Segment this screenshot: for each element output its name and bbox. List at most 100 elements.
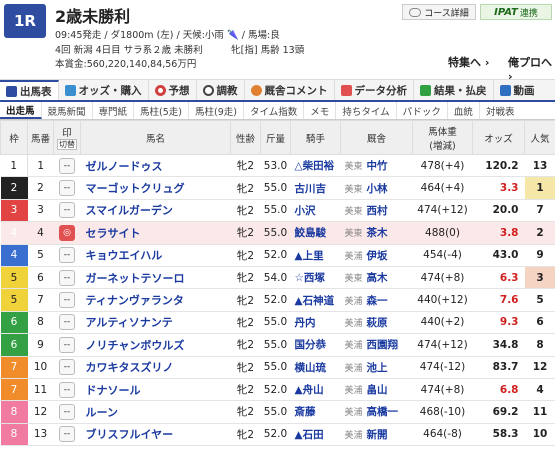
horse-name-link[interactable]: ティナンヴァランタ	[80, 288, 231, 312]
jockey-link[interactable]: 古川吉	[290, 176, 341, 200]
mark-cell[interactable]: --	[53, 154, 81, 178]
horse-name-link[interactable]: ドナソール	[80, 378, 231, 402]
trainer-link[interactable]: 小林	[367, 183, 388, 195]
horse-name-link[interactable]: セラサイト	[80, 221, 231, 245]
jockey-link[interactable]: 小沢	[290, 199, 341, 223]
mark-select-icon[interactable]: --	[59, 381, 75, 398]
mark-select-icon[interactable]: --	[59, 403, 75, 420]
trainer-link[interactable]: 西村	[367, 205, 388, 217]
tab-yoso[interactable]: 予想	[149, 80, 197, 100]
trainer-link[interactable]: 森一	[367, 295, 388, 307]
horse-name-link[interactable]: ルーン	[80, 400, 231, 424]
mark-select-icon[interactable]: --	[59, 359, 75, 376]
mark-cell[interactable]: --	[53, 176, 81, 200]
horse-name-link[interactable]: カワキタスズリノ	[80, 356, 231, 379]
mark-toggle[interactable]: 切替	[57, 139, 77, 150]
subtab-newspaper[interactable]: 競馬新聞	[42, 102, 93, 119]
subtab-matchup[interactable]: 対戦表	[480, 102, 521, 119]
trainer-link[interactable]: 高木	[367, 272, 388, 284]
mark-select-icon[interactable]: --	[59, 247, 75, 264]
tab-odds[interactable]: オッズ・購入	[59, 80, 149, 100]
trainer-link[interactable]: 池上	[367, 362, 388, 374]
ipat-link-button[interactable]: IPAT 連携	[480, 4, 552, 20]
mark-select-icon[interactable]: --	[59, 202, 75, 219]
jockey-link[interactable]: ▲石神道	[290, 288, 341, 312]
mark-cell[interactable]: --	[53, 288, 81, 312]
trainer-cell[interactable]: 美東 茶木	[340, 221, 413, 245]
subtab-past9[interactable]: 馬柱(9走)	[189, 102, 244, 119]
tab-shutsubahyo[interactable]: 出馬表	[0, 80, 59, 100]
feature-link[interactable]: 特集へ ›	[448, 54, 489, 70]
jockey-link[interactable]: 横山琉	[290, 356, 341, 379]
horse-name-link[interactable]: ゼルノードゥス	[80, 154, 231, 178]
subtab-memo[interactable]: メモ	[304, 102, 337, 119]
mark-cell[interactable]: --	[53, 199, 81, 223]
horse-name-link[interactable]: アルティソナンテ	[80, 311, 231, 335]
trainer-cell[interactable]: 美浦 新開	[340, 423, 413, 447]
col-body-weight[interactable]: 馬体重 (増減)	[412, 120, 473, 155]
trainer-cell[interactable]: 美東 中竹	[340, 154, 413, 178]
subtab-time-index[interactable]: タイム指数	[244, 102, 305, 119]
subtab-paddock[interactable]: パドック	[397, 102, 448, 119]
mark-cell[interactable]: --	[53, 311, 81, 335]
trainer-link[interactable]: 伊坂	[367, 250, 388, 262]
jockey-link[interactable]: ▲上里	[290, 244, 341, 267]
my-prediction-link[interactable]: 俺プロへ ›	[508, 54, 555, 83]
trainer-cell[interactable]: 美東 西村	[340, 199, 413, 223]
tab-comment[interactable]: 厩舎コメント	[245, 80, 335, 100]
mark-select-icon[interactable]: --	[59, 314, 75, 331]
col-pop[interactable]: 人気	[524, 120, 555, 155]
subtab-pedigree[interactable]: 血統	[448, 102, 480, 119]
mark-cell[interactable]: --	[53, 423, 81, 447]
mark-cell[interactable]: ◎	[53, 221, 81, 245]
mark-cell[interactable]: --	[53, 400, 81, 424]
jockey-link[interactable]: △柴田裕	[290, 154, 341, 178]
trainer-link[interactable]: 新開	[367, 429, 388, 441]
horse-name-link[interactable]: ノリチャンボウルズ	[80, 333, 231, 357]
trainer-cell[interactable]: 美浦 池上	[340, 356, 413, 379]
tab-video[interactable]: 動画	[494, 80, 541, 100]
course-detail-button[interactable]: コース詳細	[402, 4, 476, 20]
trainer-cell[interactable]: 美東 小林	[340, 176, 413, 200]
jockey-link[interactable]: ☆西塚	[290, 266, 341, 290]
trainer-cell[interactable]: 美浦 森一	[340, 288, 413, 312]
jockey-link[interactable]: 鮫島駿	[290, 221, 341, 245]
trainer-cell[interactable]: 美浦 萩原	[340, 311, 413, 335]
tab-result[interactable]: 結果・払戻	[414, 80, 494, 100]
trainer-link[interactable]: 茶木	[367, 227, 388, 239]
trainer-cell[interactable]: 美浦 西園翔	[340, 333, 413, 357]
trainer-link[interactable]: 西園翔	[367, 339, 399, 351]
trainer-cell[interactable]: 美浦 伊坂	[340, 244, 413, 267]
mark-cell[interactable]: --	[53, 356, 81, 379]
tab-chokyo[interactable]: 調教	[197, 80, 245, 100]
mark-cell[interactable]: --	[53, 244, 81, 267]
mark-select-icon[interactable]: --	[59, 180, 75, 197]
jockey-link[interactable]: 国分恭	[290, 333, 341, 357]
horse-name-link[interactable]: ブリスフルイヤー	[80, 423, 231, 447]
mark-select-icon[interactable]: --	[59, 336, 75, 353]
trainer-link[interactable]: 畠山	[367, 384, 388, 396]
col-umaban[interactable]: 馬番	[27, 120, 54, 155]
mark-select-icon[interactable]: --	[59, 292, 75, 309]
horse-name-link[interactable]: ガーネットテソーロ	[80, 266, 231, 290]
mark-cell[interactable]: --	[53, 333, 81, 357]
jockey-link[interactable]: 丹内	[290, 311, 341, 335]
horse-name-link[interactable]: キョウエイハル	[80, 244, 231, 267]
subtab-starters[interactable]: 出走馬	[0, 102, 42, 119]
trainer-cell[interactable]: 美浦 畠山	[340, 378, 413, 402]
trainer-link[interactable]: 萩原	[367, 317, 388, 329]
subtab-past5[interactable]: 馬柱(5走)	[134, 102, 190, 119]
jockey-link[interactable]: 斎藤	[290, 400, 341, 424]
trainer-link[interactable]: 高橋一	[367, 406, 399, 418]
trainer-cell[interactable]: 美浦 高橋一	[340, 400, 413, 424]
mark-select-icon[interactable]: --	[59, 426, 75, 443]
jockey-link[interactable]: ▲舟山	[290, 378, 341, 402]
favorite-mark-icon[interactable]: ◎	[59, 224, 75, 241]
mark-select-icon[interactable]: --	[59, 157, 75, 174]
trainer-cell[interactable]: 美東 高木	[340, 266, 413, 290]
tab-data[interactable]: データ分析	[335, 80, 414, 100]
horse-name-link[interactable]: マーゴットクリュグ	[80, 176, 231, 200]
jockey-link[interactable]: ▲石田	[290, 423, 341, 447]
mark-cell[interactable]: --	[53, 378, 81, 402]
mark-cell[interactable]: --	[53, 266, 81, 290]
